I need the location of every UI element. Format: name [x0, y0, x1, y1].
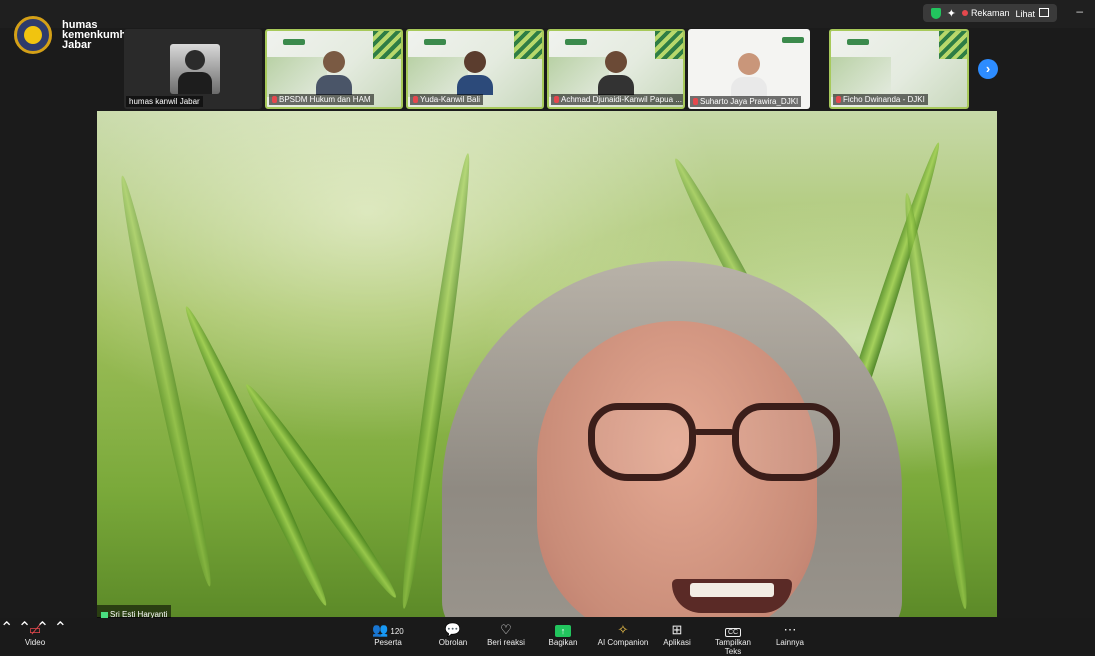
ai-label: AI Companion: [597, 638, 649, 647]
mic-off-icon: [554, 96, 559, 103]
video-off-icon: ▭̸: [28, 622, 42, 637]
reactions-button[interactable]: ♡ Beri reaksi: [486, 622, 526, 647]
participant-tile[interactable]: Yuda-Kanwil Bali: [406, 29, 544, 109]
kemenkumham-logo-icon: [14, 16, 52, 54]
participants-label: Peserta: [374, 638, 402, 647]
view-button[interactable]: Lihat: [1015, 7, 1049, 19]
chat-button[interactable]: 💬 Obrolan: [436, 622, 470, 647]
ai-sparkle-icon[interactable]: ✦: [947, 7, 956, 20]
participant-video-person: [316, 51, 352, 95]
apps-button[interactable]: ⊞ Aplikasi: [660, 622, 694, 647]
share-screen-button[interactable]: ↑ Bagikan: [546, 622, 580, 647]
participant-count: 120: [390, 627, 404, 636]
heart-icon: ♡: [500, 622, 512, 637]
apps-icon: ⊞: [671, 622, 683, 637]
captions-options-chevron-icon[interactable]: ⌃: [54, 620, 67, 637]
more-button[interactable]: ⋯ Lainnya: [774, 622, 806, 647]
glasses: [588, 403, 696, 481]
captions-cc-icon: CC: [724, 628, 742, 637]
captions-button[interactable]: CC Tampilkan Teks: [706, 622, 760, 656]
signal-strength-icon: [101, 606, 108, 618]
mic-off-icon: [836, 96, 841, 103]
chat-icon: 💬: [444, 622, 462, 637]
apps-label: Aplikasi: [663, 638, 691, 647]
participant-tile[interactable]: Suharto Jaya Prawira_DJKI: [688, 29, 810, 109]
window-topbar: ✦ Rekaman Lihat –: [0, 0, 1095, 28]
recording-dot-icon: [961, 10, 968, 16]
ai-sparkle-icon: ✧: [617, 622, 629, 637]
next-page-button[interactable]: ›: [978, 59, 998, 79]
recording-label: Rekaman: [970, 8, 1010, 18]
encryption-shield-icon[interactable]: [930, 7, 941, 19]
participant-tile[interactable]: humas kanwil Jabar: [124, 29, 262, 109]
more-dots-icon: ⋯: [783, 622, 797, 637]
participants-icon: 👥: [372, 622, 389, 637]
reactions-label: Beri reaksi: [487, 638, 525, 647]
participant-name: humas kanwil Jabar: [126, 96, 203, 107]
participant-tile[interactable]: Achmad Djunaidi-Kanwil Papua ...: [547, 29, 685, 109]
participant-tile[interactable]: Ficho Dwinanda - DJKI: [829, 29, 969, 109]
participants-button[interactable]: 👥 120 Peserta: [370, 622, 406, 647]
share-label: Bagikan: [548, 638, 578, 647]
participants-options-chevron-icon[interactable]: ⌃: [0, 620, 13, 637]
participant-name: Yuda-Kanwil Bali: [410, 94, 484, 105]
participant-avatar: [170, 44, 220, 94]
active-speaker-video: [97, 111, 997, 617]
recording-indicator[interactable]: Rekaman: [961, 8, 1010, 18]
meeting-toolbar: ▭̸ Video 👥 120 Peserta ⌃ 💬 Obrolan ⌃ ♡ Be…: [0, 618, 1095, 656]
view-label: Lihat: [1015, 8, 1035, 19]
captions-label: Tampilkan Teks: [714, 638, 751, 656]
participant-tile[interactable]: BPSDM Hukum dan HAM: [265, 29, 403, 109]
participant-video-person: [457, 51, 493, 95]
chat-label: Obrolan: [438, 638, 468, 647]
brand-watermark: humas kemenkumham Jabar: [14, 16, 142, 54]
mic-off-icon: [272, 96, 277, 103]
participant-video-person: [598, 51, 634, 95]
participant-video-person: [731, 53, 767, 97]
speaker-figure: [442, 261, 982, 617]
participant-name: Achmad Djunaidi-Kanwil Papua ...: [551, 94, 683, 105]
video-button[interactable]: ▭̸ Video: [22, 622, 48, 647]
participant-name: Suharto Jaya Prawira_DJKI: [690, 96, 802, 107]
share-screen-icon: ↑: [555, 625, 571, 637]
minimize-button[interactable]: –: [1076, 4, 1083, 18]
mic-off-icon: [693, 98, 698, 105]
grid-view-icon: [1039, 7, 1049, 17]
meeting-status-bar: ✦ Rekaman Lihat: [922, 4, 1057, 22]
more-label: Lainnya: [775, 638, 805, 647]
ai-companion-button[interactable]: ✧ AI Companion: [597, 622, 649, 647]
participant-name: Ficho Dwinanda - DJKI: [833, 94, 928, 105]
participant-name: BPSDM Hukum dan HAM: [269, 94, 374, 105]
mic-off-icon: [413, 96, 418, 103]
video-label: Video: [24, 638, 46, 647]
